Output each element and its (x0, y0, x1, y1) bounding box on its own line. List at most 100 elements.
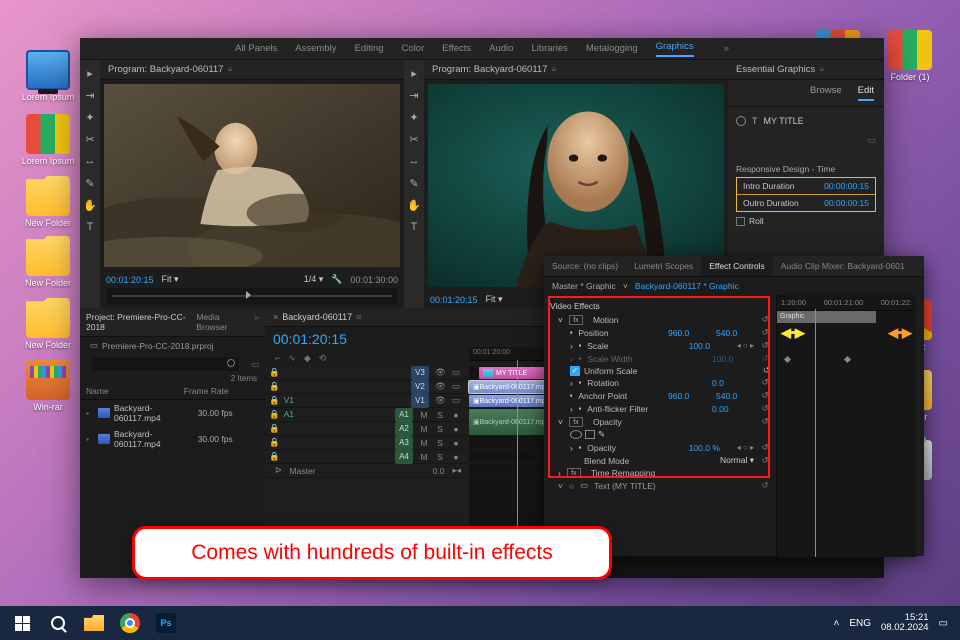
checkbox-icon[interactable] (736, 217, 745, 226)
mute-icon[interactable]: M (419, 410, 429, 420)
fx-badge-icon[interactable]: fx (569, 315, 583, 325)
eg-tab-edit[interactable]: Edit (858, 85, 874, 101)
type-tool-icon[interactable]: T (407, 220, 421, 234)
ws-tab-metalogging[interactable]: Metalogging (586, 43, 638, 54)
uniform-scale-checkbox[interactable]: ✓ (570, 366, 580, 376)
position-y[interactable]: 540.0 (716, 328, 754, 338)
ws-tab-all-panels[interactable]: All Panels (235, 43, 277, 54)
start-button[interactable] (4, 606, 40, 640)
ripple-tool-icon[interactable]: ✦ (407, 110, 421, 124)
track-select-tool-icon[interactable]: ⇥ (83, 88, 97, 102)
desktop-icon-binders[interactable]: Lorem Ipsum (16, 114, 80, 166)
slip-tool-icon[interactable]: ↔ (83, 154, 97, 168)
keyframe-icon[interactable] (784, 356, 791, 363)
taskbar-explorer[interactable] (76, 606, 112, 640)
blend-mode-select[interactable]: Normal ▾ (720, 455, 754, 466)
snap-icon[interactable]: ⌐ (275, 353, 280, 364)
tab-lumetri[interactable]: Lumetri Scopes (626, 256, 701, 276)
desktop-icon-computer[interactable]: Lorem Ipsum (16, 50, 80, 102)
eye-icon[interactable] (736, 116, 746, 126)
hand-tool-icon[interactable]: ✋ (83, 198, 97, 212)
panel-menu-icon[interactable]: ≡ (551, 65, 556, 74)
tray-overflow-icon[interactable]: ˄ (833, 618, 839, 629)
razor-tool-icon[interactable]: ✂ (83, 132, 97, 146)
playhead-timecode[interactable]: 00:01:20:15 (265, 327, 469, 351)
taskbar-search[interactable] (40, 606, 76, 640)
desktop-icon-folder[interactable]: New Folder (16, 236, 80, 288)
mask-pen-icon[interactable]: ✎ (598, 429, 605, 440)
ripple-tool-icon[interactable]: ✦ (83, 110, 97, 124)
keyframe-icon[interactable] (844, 356, 851, 363)
timecode[interactable]: 00:01:20:15 (430, 295, 478, 305)
desktop-icon-folder[interactable]: New Folder (16, 298, 80, 350)
track-v1[interactable]: V1 (411, 394, 429, 408)
ws-tab-effects[interactable]: Effects (442, 43, 471, 54)
outro-duration-row[interactable]: Outro Duration00:00:00:15 (737, 195, 875, 211)
desktop-icon-binders[interactable]: Folder (1) (878, 30, 942, 82)
eye-icon[interactable]: 👁 (435, 395, 445, 406)
desktop-icon-winrar[interactable]: Win-rar (16, 360, 80, 412)
new-layer-icon[interactable]: ▭ (867, 135, 876, 145)
track-v3[interactable]: V3 (411, 366, 429, 380)
scale-value[interactable]: 100.0 (689, 341, 731, 351)
pen-tool-icon[interactable]: ✎ (407, 176, 421, 190)
taskbar-chrome[interactable] (112, 606, 148, 640)
viewer-1[interactable] (104, 84, 400, 267)
tab-source[interactable]: Source: (no clips) (544, 256, 626, 276)
language-indicator[interactable]: ENG (849, 618, 871, 629)
reset-icon[interactable]: ↺ (760, 314, 770, 325)
taskbar-clock[interactable]: 15:21 08.02.2024 (881, 613, 929, 634)
fit-select[interactable]: Fit ▾ (486, 294, 503, 305)
track-a2[interactable]: A2 (395, 422, 413, 436)
fit-select[interactable]: Fit ▾ (162, 274, 179, 285)
taskbar-photoshop[interactable]: Ps (148, 606, 184, 640)
playhead-line[interactable] (815, 309, 816, 557)
anchor-x[interactable]: 960.0 (668, 391, 710, 401)
ws-tab-graphics[interactable]: Graphics (656, 41, 694, 57)
bin-icon[interactable]: ▭ (251, 360, 259, 369)
anchor-y[interactable]: 540.0 (716, 391, 754, 401)
media-browser-tab[interactable]: Media Browser (196, 312, 244, 332)
quality-select[interactable]: 1/4 ▾ (304, 274, 324, 285)
ws-overflow-icon[interactable]: » (724, 43, 729, 54)
panel-menu-icon[interactable]: ≡ (819, 65, 824, 74)
position-x[interactable]: 960.0 (668, 328, 710, 338)
keyframe-area[interactable]: 1:20:0000:01:21:0000:01:22: Graphic ◀━▶ … (776, 295, 916, 557)
key-clip[interactable]: Graphic (777, 311, 876, 323)
tab-audio-mixer[interactable]: Audio Clip Mixer: Backyard-0601 (773, 256, 913, 276)
track-a3[interactable]: A3 (395, 436, 413, 450)
flicker-value[interactable]: 0.00 (712, 404, 754, 414)
pen-tool-icon[interactable]: ✎ (83, 176, 97, 190)
wrench-icon[interactable]: 🔧 (331, 274, 342, 285)
mask-rect-icon[interactable] (585, 430, 595, 439)
mask-ellipse-icon[interactable] (570, 430, 582, 439)
link-icon[interactable]: ∿ (288, 353, 296, 364)
eye-icon[interactable]: 👁 (435, 381, 445, 392)
project-tab[interactable]: Project: Premiere-Pro-CC-2018 (86, 312, 186, 332)
time-remapping[interactable]: Time Remapping (591, 468, 770, 478)
rotation-value[interactable]: 0.0 (712, 378, 754, 388)
opacity-section[interactable]: Opacity (593, 417, 754, 427)
intro-duration-row[interactable]: Intro Duration00:00:00:15 (737, 178, 875, 195)
eg-tab-browse[interactable]: Browse (810, 85, 842, 101)
settings-icon[interactable]: ⟲ (319, 353, 327, 364)
layer-row[interactable]: T MY TITLE (736, 113, 876, 129)
record-icon[interactable]: ● (451, 410, 461, 420)
search-input[interactable] (92, 357, 239, 371)
ws-tab-audio[interactable]: Audio (489, 43, 513, 54)
track-v2[interactable]: V2 (411, 380, 429, 394)
solo-icon[interactable]: S (435, 410, 445, 420)
ws-tab-editing[interactable]: Editing (354, 43, 383, 54)
hand-tool-icon[interactable]: ✋ (407, 198, 421, 212)
marker-icon[interactable]: ◆ (304, 353, 311, 364)
media-item[interactable]: ▪Backyard-060117.mp430.00 fps (80, 400, 265, 426)
selection-tool-icon[interactable]: ▸ (407, 66, 421, 80)
ws-tab-libraries[interactable]: Libraries (531, 43, 567, 54)
sequence-name[interactable]: Backyard-060117 (282, 312, 352, 322)
notifications-icon[interactable]: ▭ (939, 618, 948, 629)
selection-tool-icon[interactable]: ▸ (83, 66, 97, 80)
ws-tab-assembly[interactable]: Assembly (295, 43, 336, 54)
eye-icon[interactable]: 👁 (435, 367, 445, 378)
track-a1[interactable]: A1 (395, 408, 413, 422)
scrubber[interactable] (106, 288, 398, 304)
